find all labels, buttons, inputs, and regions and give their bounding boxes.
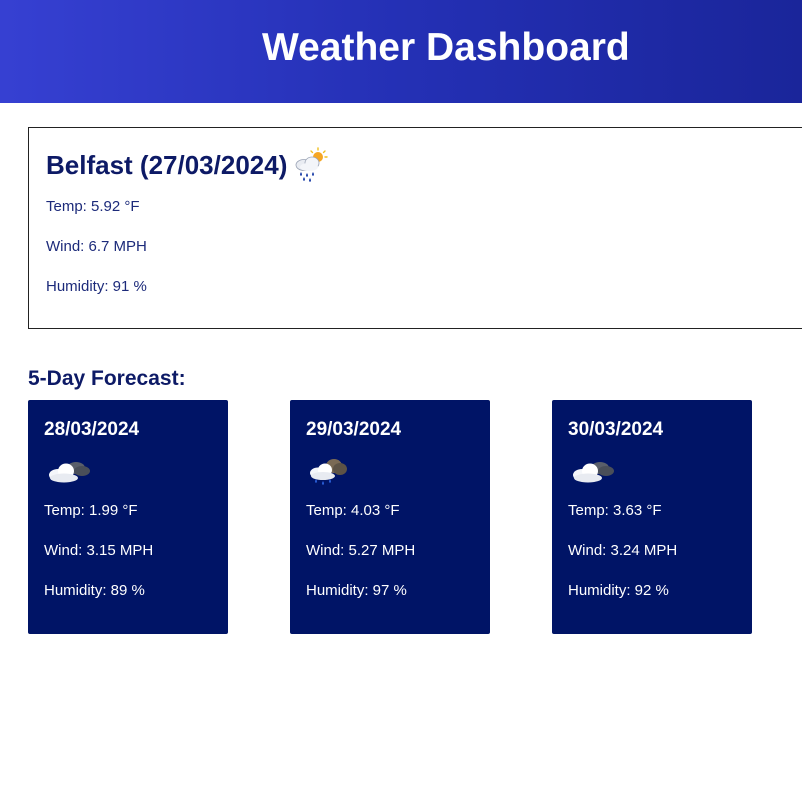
forecast-temp: Temp: 3.63 °F: [568, 502, 662, 519]
current-title-row: Belfast (27/03/2024): [46, 146, 331, 184]
forecast-date: 29/03/2024: [306, 419, 402, 440]
forecast-section-title: 5-Day Forecast:: [28, 367, 186, 390]
forecast-card: 30/03/2024 Temp: 3.63 °F Wind: 3.24 MPH …: [552, 400, 752, 634]
page-title: Weather Dashboard: [262, 26, 630, 69]
rain-sun-cloud-icon: [293, 146, 331, 184]
current-humidity: Humidity: 91 %: [46, 278, 147, 295]
forecast-temp: Temp: 1.99 °F: [44, 502, 138, 519]
forecast-humidity: Humidity: 89 %: [44, 582, 145, 599]
current-temp: Temp: 5.92 °F: [46, 198, 140, 215]
forecast-card: 28/03/2024 Temp: 1.99 °F Wind: 3.15 MPH …: [28, 400, 228, 634]
broken-clouds-icon: [44, 452, 94, 490]
forecast-date: 30/03/2024: [568, 419, 664, 440]
forecast-wind: Wind: 5.27 MPH: [306, 542, 416, 559]
forecast-temp: Temp: 4.03 °F: [306, 502, 400, 519]
forecast-wind: Wind: 3.24 MPH: [568, 542, 678, 559]
current-wind: Wind: 6.7 MPH: [46, 238, 147, 255]
forecast-date: 28/03/2024: [44, 419, 140, 440]
forecast-humidity: Humidity: 97 %: [306, 582, 407, 599]
current-city-date: Belfast (27/03/2024): [46, 150, 288, 180]
page-header: Weather Dashboard: [0, 0, 802, 103]
forecast-wind: Wind: 3.15 MPH: [44, 542, 154, 559]
rain-cloud-icon: [306, 452, 356, 490]
forecast-card: 29/03/2024 Temp: 4.03 °F Wind: 5.27 MPH …: [290, 400, 490, 634]
forecast-humidity: Humidity: 92 %: [568, 582, 669, 599]
current-weather-panel: Belfast (27/03/2024) Temp: 5.92 °F Wind:…: [28, 127, 802, 329]
broken-clouds-icon: [568, 452, 618, 490]
